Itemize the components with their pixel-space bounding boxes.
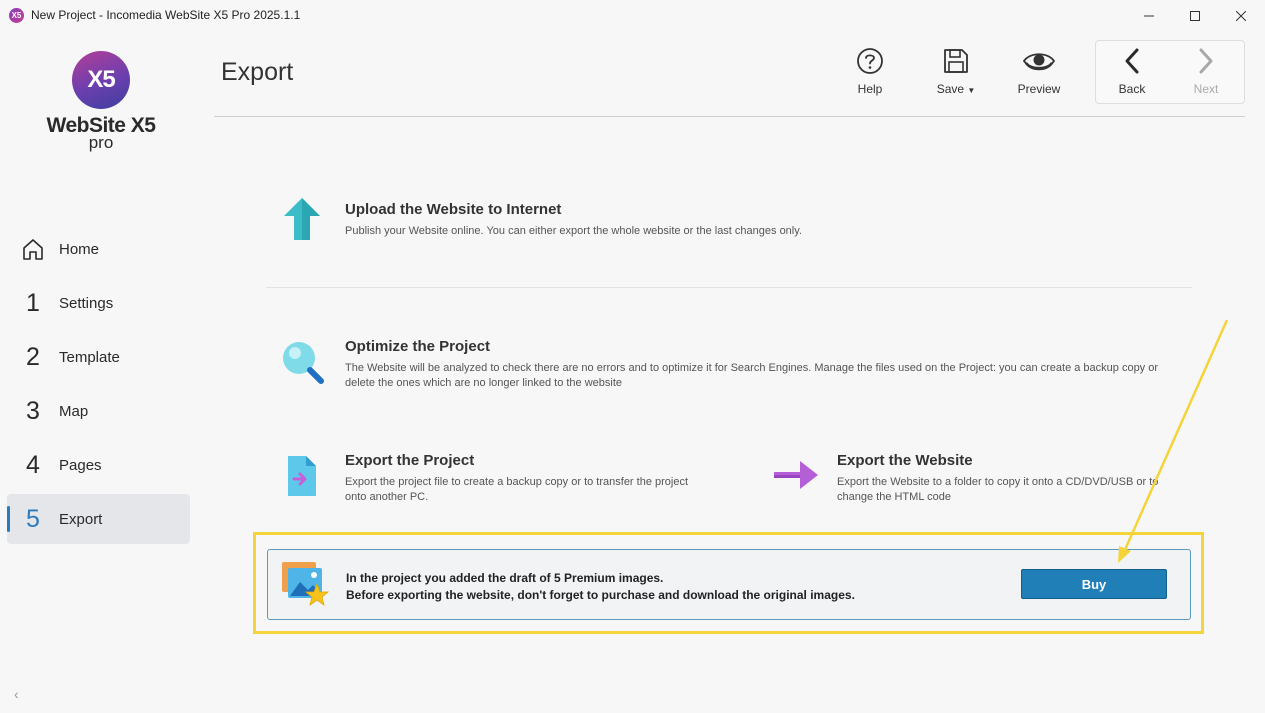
chevron-down-icon: ▼ [967, 86, 976, 95]
minimize-icon [1144, 15, 1154, 16]
preview-button[interactable]: Preview [1010, 44, 1068, 104]
sidebar-item-pages[interactable]: 4 Pages [7, 440, 190, 490]
sidebar-item-label: Template [59, 348, 120, 366]
save-icon [944, 49, 968, 73]
sidebar-item-label: Export [59, 510, 103, 528]
close-icon [1236, 10, 1246, 21]
step-number: 3 [26, 396, 40, 425]
app-logo: X5 [72, 51, 130, 109]
preview-label: Preview [1017, 82, 1061, 96]
export-arrow-icon [774, 461, 818, 489]
magnifier-icon [283, 342, 324, 384]
chevron-right-icon [1199, 48, 1213, 74]
chevron-left-icon [1125, 48, 1139, 74]
next-label: Next [1193, 82, 1219, 96]
close-button[interactable] [1218, 0, 1264, 31]
notice-line-2: Before exporting the website, don't forg… [346, 588, 855, 602]
file-export-icon [288, 456, 316, 496]
notice-line-1: In the project you added the draft of 5 … [346, 571, 664, 585]
sidebar-item-label: Settings [59, 294, 114, 312]
sidebar-item-export[interactable]: 5 Export [7, 494, 190, 544]
export-website-description: Export the Website to a folder to copy i… [837, 476, 1159, 503]
upload-website-option[interactable]: Upload the Website to Internet Publish y… [280, 196, 1180, 252]
sidebar-item-template[interactable]: 2 Template [7, 332, 190, 382]
eye-icon [1022, 53, 1056, 71]
sidebar-item-settings[interactable]: 1 Settings [7, 278, 190, 328]
section-divider [266, 287, 1192, 288]
optimize-description: The Website will be analyzed to check th… [345, 362, 1159, 389]
upload-title: Upload the Website to Internet [345, 201, 562, 218]
step-number: 4 [26, 450, 40, 479]
sidebar-item-label: Map [59, 402, 89, 420]
save-button[interactable]: Save ▼ [928, 44, 984, 104]
upload-arrow-icon [284, 198, 320, 240]
window-title: New Project - Incomedia WebSite X5 Pro 2… [31, 8, 301, 22]
back-button[interactable]: Back [1110, 44, 1154, 104]
home-icon [23, 239, 43, 260]
premium-image-icon [282, 562, 330, 606]
collapse-sidebar-button[interactable]: ‹ [14, 686, 19, 702]
title-bar: X5 New Project - Incomedia WebSite X5 Pr… [0, 0, 1265, 31]
export-website-option[interactable]: Export the Website Export the Website to… [770, 451, 1190, 511]
brand-edition: pro [88, 133, 114, 152]
app-icon: X5 [9, 8, 24, 23]
optimize-project-option[interactable]: Optimize the Project The Website will be… [280, 337, 1180, 397]
premium-images-notice: In the project you added the draft of 5 … [267, 549, 1191, 620]
step-number: 5 [26, 504, 40, 533]
back-label: Back [1118, 82, 1146, 96]
step-number: 1 [26, 288, 40, 317]
maximize-button[interactable] [1172, 0, 1218, 31]
export-website-title: Export the Website [837, 452, 973, 469]
header-divider [214, 116, 1245, 117]
export-project-description: Export the project file to create a back… [345, 476, 689, 503]
sidebar-item-home[interactable]: Home [7, 224, 190, 274]
sidebar-item-label: Pages [59, 456, 102, 474]
sidebar-item-map[interactable]: 3 Map [7, 386, 190, 436]
page-title: Export [221, 58, 294, 86]
buy-button[interactable]: Buy [1021, 569, 1167, 599]
optimize-title: Optimize the Project [345, 338, 491, 355]
help-icon [857, 48, 883, 74]
maximize-icon [1190, 10, 1200, 21]
save-label: Save [936, 82, 965, 96]
export-project-title: Export the Project [345, 452, 475, 469]
help-label: Help [857, 82, 883, 96]
export-project-option[interactable]: Export the Project Export the project fi… [280, 451, 700, 511]
upload-description: Publish your Website online. You can eit… [345, 225, 802, 237]
next-button[interactable]: Next [1184, 44, 1228, 104]
help-button[interactable]: Help [843, 44, 897, 104]
sidebar-item-label: Home [59, 240, 100, 258]
minimize-button[interactable] [1126, 0, 1172, 31]
step-number: 2 [26, 342, 40, 371]
